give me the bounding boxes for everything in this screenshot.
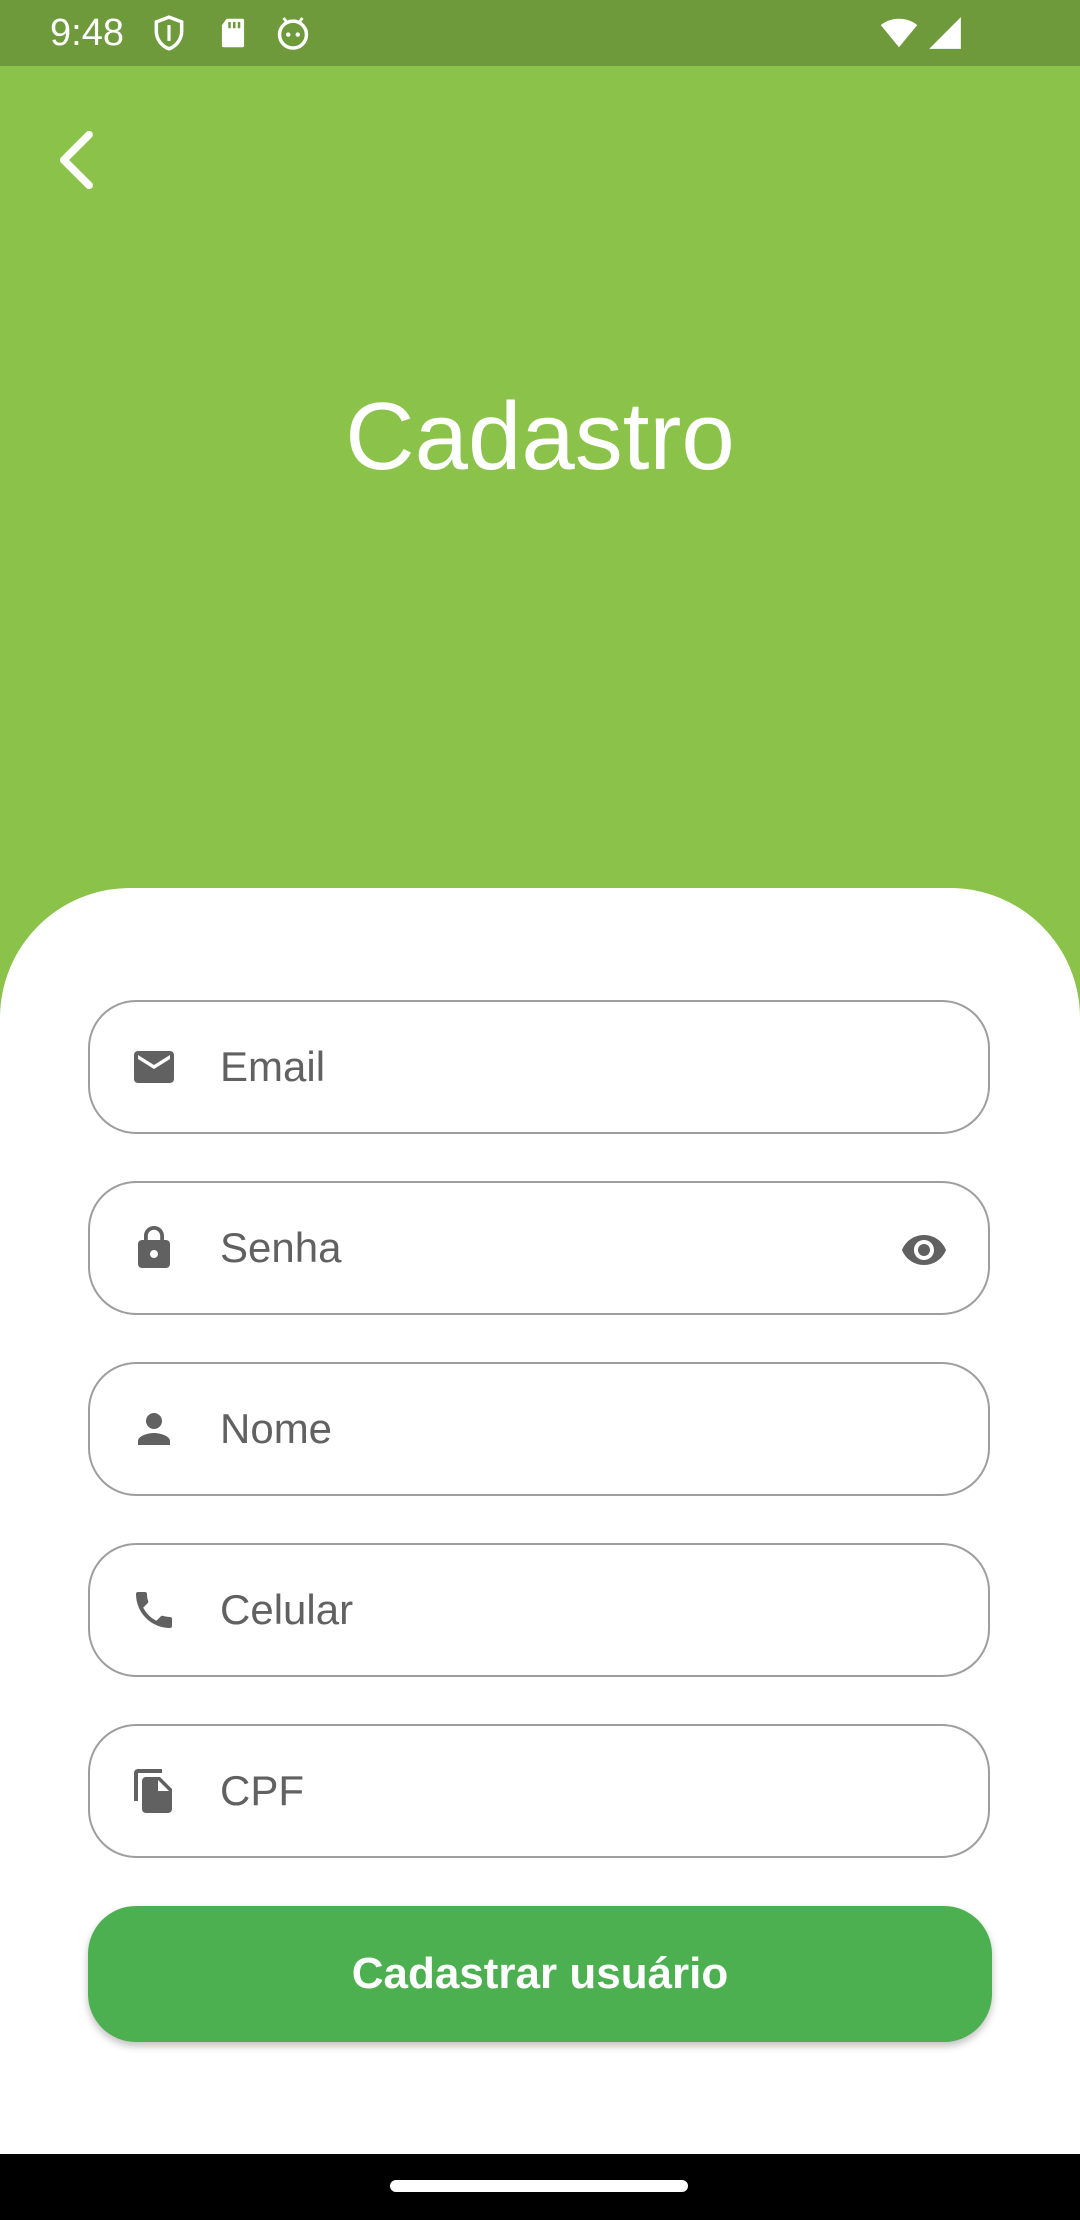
- status-bar: 9:48: [0, 0, 1080, 66]
- name-field[interactable]: [88, 1362, 990, 1496]
- phone-icon: [130, 1586, 178, 1634]
- wifi-icon: [880, 14, 918, 52]
- sd-card-icon: [214, 14, 252, 52]
- navigation-bar: [0, 2154, 1080, 2220]
- header: Cadastro: [0, 66, 1080, 926]
- document-icon: [130, 1767, 178, 1815]
- cpf-input[interactable]: [220, 1726, 880, 1856]
- phone-field[interactable]: [88, 1543, 990, 1677]
- status-time: 9:48: [50, 12, 124, 54]
- back-arrow-icon: [59, 130, 93, 190]
- eye-icon[interactable]: [900, 1226, 948, 1274]
- back-button[interactable]: [40, 122, 116, 198]
- page-title: Cadastro: [345, 383, 735, 490]
- email-icon: [130, 1043, 178, 1091]
- signal-icon: [926, 14, 964, 52]
- home-gesture-handle[interactable]: [390, 2180, 688, 2192]
- email-input[interactable]: [220, 1002, 880, 1132]
- password-input[interactable]: [220, 1183, 880, 1313]
- android-icon: [274, 14, 312, 52]
- register-user-button[interactable]: Cadastrar usuário: [88, 1906, 992, 2042]
- phone-input[interactable]: [220, 1545, 880, 1675]
- cpf-field[interactable]: [88, 1724, 990, 1858]
- password-field[interactable]: [88, 1181, 990, 1315]
- email-field[interactable]: [88, 1000, 990, 1134]
- lock-icon: [130, 1224, 178, 1272]
- person-icon: [130, 1405, 178, 1453]
- shield-icon: [150, 14, 188, 52]
- name-input[interactable]: [220, 1364, 880, 1494]
